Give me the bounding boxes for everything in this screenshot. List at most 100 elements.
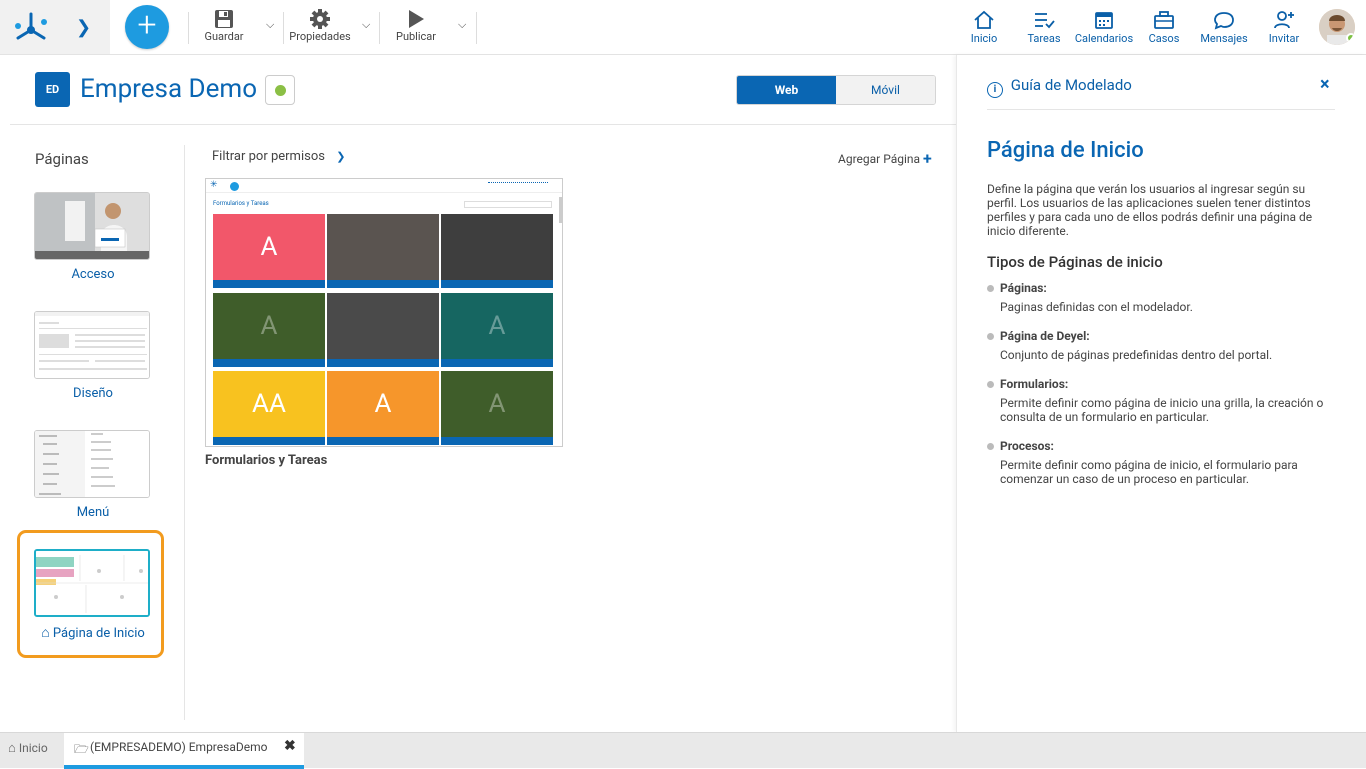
tab-home[interactable]: ⌂ Inicio	[8, 740, 48, 756]
preview-title: Formularios y Tareas	[205, 453, 328, 468]
close-icon[interactable]: ×	[1320, 74, 1330, 95]
home-icon	[974, 10, 994, 29]
preview-tile	[327, 214, 439, 288]
view-toggle: Web Móvil	[736, 75, 936, 105]
nav-tasks[interactable]: Tareas	[1025, 10, 1063, 45]
status-dot-icon	[275, 85, 286, 96]
preview-tile-footer	[213, 280, 325, 288]
chevron-down-icon: ❯	[336, 150, 346, 163]
nav-home[interactable]: Inicio	[968, 10, 1000, 45]
guide-description: Define la página que verán los usuarios …	[987, 182, 1313, 238]
publish-button[interactable]: Publicar	[392, 8, 440, 48]
nav-tasks-label: Tareas	[1027, 32, 1061, 45]
guide-item-description: Paginas definidas con el modelador.	[1000, 300, 1193, 314]
preview-tile-footer	[327, 280, 439, 288]
save-button[interactable]: Guardar	[200, 8, 248, 48]
preview-tile-footer	[327, 437, 439, 445]
guide-header: i Guía de Modelado	[987, 76, 1132, 98]
preview-tile	[441, 214, 553, 288]
bullet-icon	[987, 443, 994, 450]
preview-tile-footer	[441, 437, 553, 445]
page-label-acceso[interactable]: Acceso	[20, 267, 166, 282]
preview-tile-footer	[441, 359, 553, 367]
publish-label: Publicar	[396, 30, 436, 43]
publish-dropdown-chevron-icon[interactable]: ⌵	[458, 18, 466, 58]
nav-messages[interactable]: Mensajes	[1199, 10, 1249, 45]
nav-home-label: Inicio	[970, 32, 998, 45]
divider	[184, 145, 185, 720]
briefcase-icon	[1154, 11, 1174, 29]
nav-cases[interactable]: Casos	[1148, 10, 1180, 45]
preview-tile-letter: A	[488, 389, 506, 419]
app-badge: ED	[35, 72, 70, 107]
tab-empresademo[interactable]: 🗁 (EMPRESADEMO) EmpresaDemo ✖	[64, 733, 304, 769]
guide-item: Formularios: Permite definir como página…	[987, 377, 1332, 427]
home-icon: ⌂	[41, 625, 50, 641]
access-page-image	[35, 193, 149, 259]
add-page-button[interactable]: Agregar Página +	[838, 149, 932, 168]
add-button[interactable]: +	[125, 5, 169, 49]
home-page-image	[36, 551, 148, 615]
preview-tile: AA	[213, 371, 325, 445]
preview-tile-letter: A	[374, 389, 392, 419]
preview-tile: A	[441, 293, 553, 367]
preview-tile-footer	[441, 280, 553, 288]
expand-chevron-icon[interactable]: ❯	[76, 17, 91, 38]
deyel-logo-icon[interactable]	[14, 10, 48, 44]
preview-logo-icon: ✳	[210, 180, 218, 190]
preview-tile-letter: A	[260, 311, 278, 341]
page-thumbnail-inicio[interactable]	[34, 549, 150, 617]
page-thumbnail-menu[interactable]	[34, 430, 150, 498]
filter-by-permissions-dropdown[interactable]: Filtrar por permisos ❯	[212, 149, 345, 164]
page-thumbnail-diseno[interactable]	[34, 311, 150, 379]
guide-item-title: Página de Deyel:	[1000, 329, 1090, 343]
properties-label: Propiedades	[289, 30, 351, 43]
properties-button[interactable]: Propiedades	[288, 8, 352, 48]
page-label-inicio-text: Página de Inicio	[52, 626, 145, 641]
toolbar-divider	[283, 12, 284, 44]
preview-tile: A	[213, 293, 325, 367]
calendar-icon	[1095, 12, 1113, 29]
guide-item-description: Permite definir como página de inicio, e…	[1000, 458, 1298, 486]
add-page-label: Agregar Página	[838, 152, 921, 166]
guide-item-title: Formularios:	[1000, 377, 1069, 391]
guide-item-title: Procesos:	[1000, 439, 1054, 453]
page-label-diseno[interactable]: Diseño	[20, 386, 166, 401]
guide-item: Página de Deyel: Conjunto de páginas pre…	[987, 329, 1332, 365]
preview-tile-footer	[213, 437, 325, 445]
preview-tile-footer	[213, 359, 325, 367]
save-dropdown-chevron-icon[interactable]: ⌵	[266, 18, 274, 58]
save-icon	[215, 10, 233, 28]
preview-nav-icons	[488, 182, 548, 190]
toolbar-divider	[476, 12, 477, 44]
preview-add-icon	[230, 182, 239, 191]
preview-tile	[327, 293, 439, 367]
online-status-dot	[1346, 33, 1355, 43]
page-label-inicio[interactable]: ⌂ Página de Inicio	[20, 624, 166, 641]
plus-icon: +	[923, 149, 932, 168]
nav-invite[interactable]: Invitar	[1267, 10, 1301, 45]
properties-dropdown-chevron-icon[interactable]: ⌵	[362, 18, 370, 58]
add-user-icon	[1274, 11, 1294, 29]
nav-calendars[interactable]: Calendarios	[1074, 10, 1134, 45]
pages-heading: Páginas	[35, 150, 89, 168]
close-tab-icon[interactable]: ✖	[284, 738, 296, 754]
tab-home-label: Inicio	[18, 741, 48, 755]
page-thumbnail-acceso[interactable]	[34, 192, 150, 260]
preview-tile-letter: AA	[252, 389, 286, 419]
status-button[interactable]	[265, 75, 295, 105]
page-preview-thumbnail[interactable]: ✳ Formularios y Tareas A A A AA A A	[205, 178, 563, 447]
guide-item-description: Conjunto de páginas predefinidas dentro …	[1000, 348, 1273, 362]
page-label-menu[interactable]: Menú	[20, 505, 166, 520]
nav-messages-label: Mensajes	[1200, 32, 1248, 45]
view-web-button[interactable]: Web	[737, 76, 836, 104]
view-mobile-button[interactable]: Móvil	[836, 76, 935, 104]
bullet-icon	[987, 381, 994, 388]
guide-item-description: Permite definir como página de inicio un…	[1000, 396, 1324, 424]
preview-tile-footer	[327, 359, 439, 367]
filter-label: Filtrar por permisos	[212, 149, 325, 164]
divider	[987, 109, 1335, 110]
folder-icon: 🗁	[74, 742, 89, 756]
user-avatar[interactable]	[1319, 9, 1355, 45]
chat-bubble-icon	[1214, 12, 1234, 30]
